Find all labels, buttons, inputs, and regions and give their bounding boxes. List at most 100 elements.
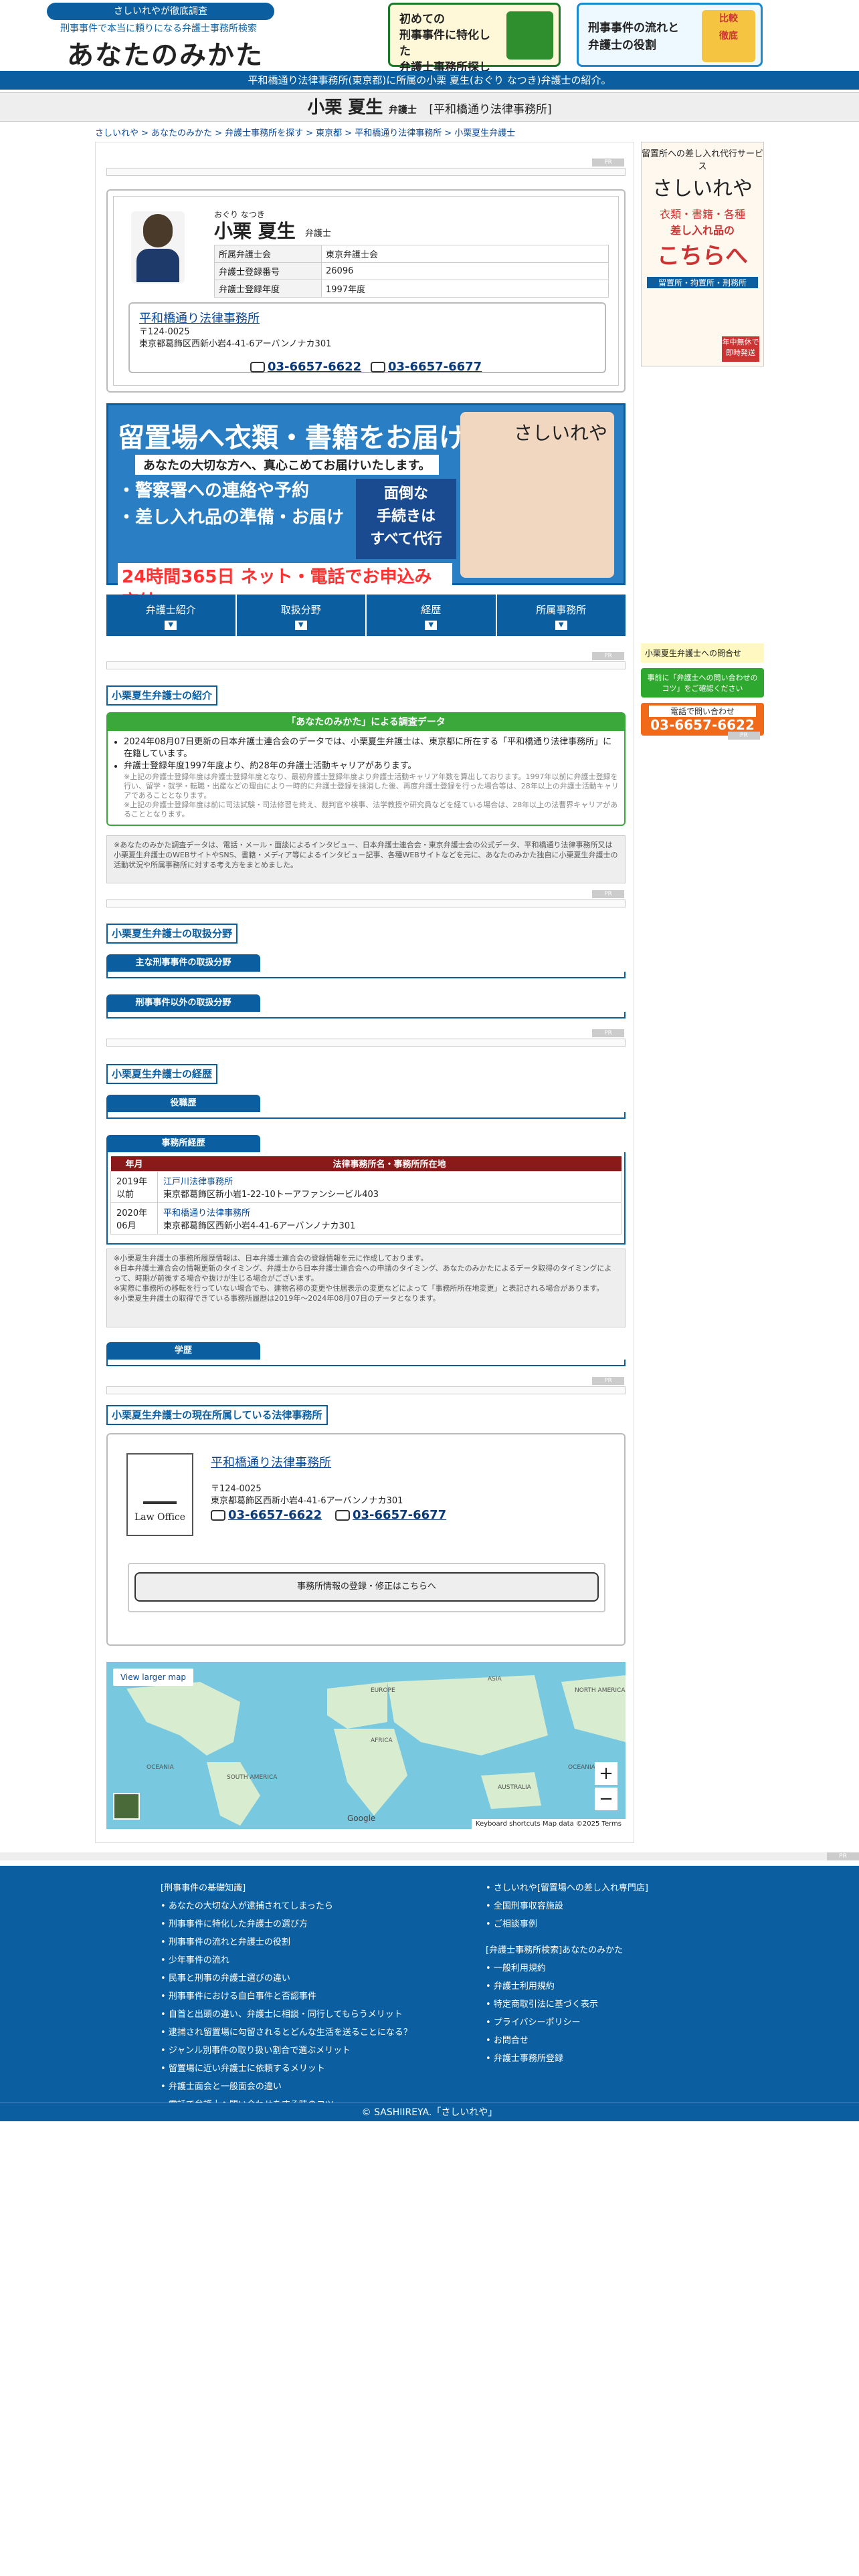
footer-link[interactable]: 一般利用規約 bbox=[486, 1959, 648, 1977]
breadcrumb-item[interactable]: あなたのみかた bbox=[151, 128, 212, 138]
map-attribution[interactable]: Keyboard shortcuts Map data ©2025 Terms bbox=[471, 1819, 626, 1829]
chevron-down-icon: ▼ bbox=[294, 621, 307, 630]
tab-fields[interactable]: 取扱分野 ▼ bbox=[236, 595, 367, 636]
zoom-in-button[interactable]: + bbox=[595, 1762, 617, 1785]
footer-link[interactable]: あなたの大切な人が逮捕されてしまったら bbox=[161, 1897, 412, 1915]
subheading-education: 学歴 bbox=[106, 1342, 260, 1360]
fax-link[interactable]: 03-6657-6677 bbox=[335, 1508, 446, 1522]
subheading-other-fields: 刑事事件以外の取扱分野 bbox=[106, 994, 260, 1012]
fax-icon bbox=[371, 362, 385, 372]
tab-intro[interactable]: 弁護士紹介 ▼ bbox=[106, 595, 237, 636]
breadcrumb-item[interactable]: 弁護士事務所を探す bbox=[225, 128, 303, 138]
office-address: 東京都葛飾区西新小岩4-41-6アーバンノナカ301 bbox=[163, 1220, 356, 1231]
map-label: AFRICA bbox=[371, 1737, 393, 1744]
footer-link[interactable]: お問合せ bbox=[486, 2032, 648, 2050]
footer-link[interactable]: さしいれや[留置場への差し入れ専門店] bbox=[486, 1879, 648, 1897]
map-label: NORTH AMERICA bbox=[575, 1687, 626, 1694]
section-heading-office: 小栗夏生弁護士の現在所属している法律事務所 bbox=[106, 1405, 328, 1425]
map-label: OCEANIA bbox=[568, 1764, 596, 1771]
footer-link[interactable]: プライバシーポリシー bbox=[486, 2014, 648, 2032]
law-office-logo-text: Law Office bbox=[134, 1512, 186, 1523]
sidebar-ad[interactable]: 留置所への差し入れ代行サービス さしいれや 衣類・書籍・各種 差し入れ品の こち… bbox=[641, 142, 764, 366]
profile-table: 所属弁護士会 東京弁護士会 弁護士登録番号 26096 弁護士登録年度 1997年度 bbox=[214, 245, 609, 298]
contact-phone-button[interactable]: 電話で問い合わせ 03-6657-6622 bbox=[641, 703, 764, 736]
pr-label: PR bbox=[592, 1029, 624, 1037]
column-header: 法律事務所名・事務所所在地 bbox=[157, 1156, 622, 1171]
map-label: OCEANIA bbox=[147, 1764, 175, 1771]
ad-bullet: ・警察署への連絡や予約 bbox=[118, 481, 310, 501]
tel-link[interactable]: 03-6657-6622 bbox=[250, 360, 361, 374]
subheading-positions: 役職歴 bbox=[106, 1095, 260, 1112]
office-card: Law Office 平和橋通り法律事務所 〒124-0025 東京都葛飾区西新… bbox=[106, 1433, 626, 1646]
view-larger-map-link[interactable]: View larger map bbox=[113, 1669, 193, 1686]
pr-label: PR bbox=[592, 158, 624, 167]
pr-label: PR bbox=[728, 732, 760, 740]
footer-link[interactable]: 自首と出頭の違い、弁護士に相談・同行してもらうメリット bbox=[161, 2006, 412, 2024]
career-notes: ※小栗夏生弁護士の事務所履歴情報は、日本弁護士連合会の登録情報を元に作成しており… bbox=[106, 1249, 626, 1327]
office-name-link[interactable]: 平和橋通り法律事務所 bbox=[211, 1453, 331, 1471]
ad-slot bbox=[106, 661, 626, 669]
contact-phone-label: 電話で問い合わせ bbox=[649, 706, 756, 717]
zoom-out-button[interactable]: − bbox=[595, 1788, 617, 1810]
office-postal: 〒124-0025 bbox=[139, 327, 190, 337]
banner-compare-tag: 比較 徹底 bbox=[702, 10, 755, 62]
footer-link[interactable]: 刑事事件における自白事件と否認事件 bbox=[161, 1988, 412, 2006]
survey-footnote: ※上記の弁護士登録年度は弁護士登録年度となり、最初弁護士登録年度より弁護士活動キ… bbox=[124, 772, 619, 800]
career-note: ※日本弁護士連合会の情報更新のタイミング、弁護士から日本弁護士連合会への申請のタ… bbox=[114, 1264, 612, 1283]
footer-link[interactable]: 刑事事件の流れと弁護士の役割 bbox=[161, 1933, 412, 1951]
contact-tips-button[interactable]: 事前に「弁護士への問い合わせのコツ」をご確認ください bbox=[641, 668, 764, 697]
lawyer-rank-title: 弁護士 bbox=[388, 105, 417, 116]
footer-link[interactable]: 弁護士面会と一般面会の違い bbox=[161, 2078, 412, 2096]
page-intro-bar: 平和橋通り法律事務所(東京都)に所属の小栗 夏生(おぐり なつき)弁護士の紹介。 bbox=[0, 71, 859, 90]
office-link[interactable]: 平和橋通り法律事務所 bbox=[139, 309, 595, 326]
footer-link[interactable]: 逮捕され留置場に勾留されるとどんな生活を送ることになる？ bbox=[161, 2024, 412, 2042]
page-title: 小栗 夏生 弁護士 [平和橋通り法律事務所] bbox=[0, 92, 859, 122]
subheading-office-history: 事務所経歴 bbox=[106, 1135, 260, 1152]
section-heading-fields: 小栗夏生弁護士の取扱分野 bbox=[106, 924, 238, 944]
footer-link[interactable]: ジャンル別事件の取り扱い割合で選ぶメリット bbox=[161, 2042, 412, 2060]
banner-first-time[interactable]: 初めての 刑事事件に特化した 弁護士事務所探し bbox=[388, 3, 561, 74]
footer-link[interactable]: 特定商取引法に基づく表示 bbox=[486, 1996, 648, 2014]
table-cell: 弁護士登録番号 bbox=[214, 262, 322, 280]
fax-link[interactable]: 03-6657-6677 bbox=[371, 360, 482, 374]
tab-office[interactable]: 所属事務所 ▼ bbox=[496, 595, 626, 636]
breadcrumb-item[interactable]: 東京都 bbox=[316, 128, 342, 138]
career-note: ※小栗夏生弁護士の事務所履歴情報は、日本弁護士連合会の登録情報を元に作成しており… bbox=[114, 1254, 428, 1263]
footer-link[interactable]: ご相談事例 bbox=[486, 1915, 648, 1933]
office-link[interactable]: 江戸川法律事務所 bbox=[163, 1177, 233, 1187]
sashiireya-ad-banner[interactable]: 留置場へ衣類・書籍をお届け あなたの大切な方へ、真心こめてお届けいたします。 ・… bbox=[106, 403, 626, 613]
site-logo[interactable]: あなたのみかた bbox=[67, 33, 264, 72]
footer-link[interactable]: 留置場に近い弁護士に依頼するメリット bbox=[161, 2060, 412, 2078]
office-history-table: 年月 法律事務所名・事務所所在地 2019年以前 江戸川法律事務所 東京都葛飾区新小岩… bbox=[110, 1156, 622, 1235]
table-cell: 所属弁護士会 bbox=[214, 245, 322, 263]
breadcrumb-item[interactable]: 平和橋通り法律事務所 bbox=[355, 128, 442, 138]
office-address: 東京都葛飾区新小岩1-22-10トーアファンシービル403 bbox=[163, 1189, 379, 1200]
banner-flow[interactable]: 刑事事件の流れと 弁護士の役割 比較 徹底 bbox=[577, 3, 763, 67]
footer-link[interactable]: 少年事件の流れ bbox=[161, 1951, 412, 1969]
map-label: ASIA bbox=[488, 1676, 502, 1683]
footer-link[interactable]: 全国刑事収容施設 bbox=[486, 1897, 648, 1915]
map-label: SOUTH AMERICA bbox=[227, 1774, 278, 1781]
footer-link[interactable]: 民事と刑事の弁護士選びの違い bbox=[161, 1969, 412, 1988]
lawyer-rank: 弁護士 bbox=[305, 229, 332, 239]
tab-career[interactable]: 経歴 ▼ bbox=[367, 595, 497, 636]
footer-basics-list: [刑事事件の基礎知識] あなたの大切な人が逮捕されてしまったら 刑事事件に特化し… bbox=[161, 1879, 412, 2114]
tel-number: 03-6657-6622 bbox=[268, 360, 362, 374]
footer-link[interactable]: 弁護士利用規約 bbox=[486, 1977, 648, 1996]
office-link[interactable]: 平和橋通り法律事務所 bbox=[163, 1208, 250, 1218]
breadcrumb: さしいれや > あなたのみかた > 弁護士事務所を探す > 東京都 > 平和橋通り法律事… bbox=[95, 128, 516, 138]
table-cell: 江戸川法律事務所東京都葛飾区新小岩1-22-10トーアファンシービル403 bbox=[157, 1170, 622, 1203]
breadcrumb-item[interactable]: 小栗夏生弁護士 bbox=[454, 128, 515, 138]
divider bbox=[106, 972, 626, 978]
header-badge: さしいれやが徹底調査 bbox=[47, 3, 274, 20]
footer-link[interactable]: 弁護士事務所登録 bbox=[486, 2050, 648, 2068]
table-cell: 弁護士登録年度 bbox=[214, 280, 322, 298]
edit-office-button[interactable]: 事務所情報の登録・修正はこちらへ bbox=[134, 1572, 599, 1602]
breadcrumb-item[interactable]: さしいれや bbox=[95, 128, 138, 138]
google-map[interactable]: ASIA EUROPE AFRICA NORTH AMERICA SOUTH A… bbox=[106, 1662, 626, 1829]
profile-card: おぐり なつき 小栗 夏生 弁護士 所属弁護士会 東京弁護士会 弁護士登録番号 26… bbox=[106, 189, 626, 393]
tel-link[interactable]: 03-6657-6622 bbox=[211, 1508, 322, 1522]
satellite-toggle[interactable] bbox=[113, 1793, 140, 1820]
footer-link[interactable]: 刑事事件に特化した弁護士の選び方 bbox=[161, 1915, 412, 1933]
table-cell: 26096 bbox=[321, 262, 609, 280]
